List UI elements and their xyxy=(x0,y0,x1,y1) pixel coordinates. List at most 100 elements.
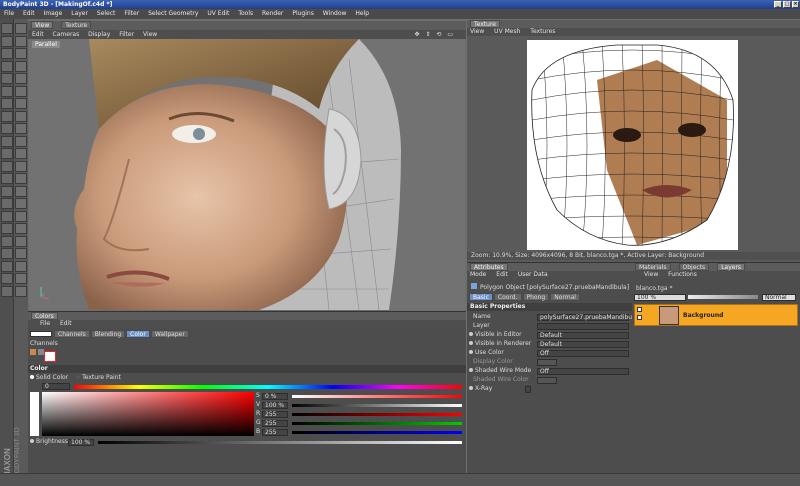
tab-texture[interactable]: Texture xyxy=(61,21,92,29)
layers-menu-functions[interactable]: Functions xyxy=(668,271,697,278)
tool-button[interactable] xyxy=(1,160,13,172)
tool-button[interactable] xyxy=(1,273,13,284)
vp-menu-display[interactable]: Display xyxy=(88,31,110,38)
menu-render[interactable]: Render xyxy=(262,10,283,17)
tab-colors[interactable]: Colors xyxy=(31,312,58,320)
tool-button[interactable] xyxy=(1,123,13,134)
tool-button[interactable] xyxy=(1,223,13,234)
s-value-field[interactable]: 0 % xyxy=(262,393,288,400)
menu-layer[interactable]: Layer xyxy=(71,10,88,17)
brightness-slider[interactable] xyxy=(98,441,462,444)
b-value-field[interactable]: 255 xyxy=(262,429,288,436)
tool-button[interactable] xyxy=(1,48,13,59)
tool-button[interactable] xyxy=(1,85,13,97)
tool-button[interactable] xyxy=(15,60,27,72)
r-slider[interactable] xyxy=(292,413,462,416)
tool-button[interactable] xyxy=(15,98,27,109)
viewport-nav-icons[interactable]: ✥ ⇕ ⟲ ▭ xyxy=(415,30,455,39)
tool-button[interactable] xyxy=(15,223,27,234)
tab-blending[interactable]: Blending xyxy=(90,330,126,338)
v-slider[interactable] xyxy=(292,404,462,407)
close-button[interactable]: × xyxy=(792,1,799,8)
hue-slider[interactable] xyxy=(74,385,462,389)
menu-uv-edit[interactable]: UV Edit xyxy=(207,10,229,17)
tab-normal[interactable]: Normal xyxy=(550,293,580,301)
tool-button[interactable] xyxy=(15,185,27,197)
menu-file[interactable]: File xyxy=(4,10,14,17)
tool-button[interactable] xyxy=(15,210,27,222)
tool-button[interactable] xyxy=(15,135,27,147)
name-field[interactable]: polySurface27.pruebaMandibula xyxy=(537,314,637,321)
tool-button[interactable] xyxy=(15,123,27,134)
colors-menu-file[interactable]: File xyxy=(40,320,50,327)
eye-icon[interactable] xyxy=(637,307,642,312)
tool-button[interactable] xyxy=(15,35,27,47)
visible-editor-select[interactable]: Default xyxy=(537,332,629,339)
menu-window[interactable]: Window xyxy=(323,10,347,17)
tool-button[interactable] xyxy=(15,148,27,159)
b-slider[interactable] xyxy=(292,431,462,434)
tab-objects[interactable]: Objects xyxy=(678,263,710,271)
layer-item-background[interactable]: Background xyxy=(634,304,798,326)
tool-button[interactable] xyxy=(1,285,13,297)
vp-menu-edit[interactable]: Edit xyxy=(32,31,44,38)
tab-attributes[interactable]: Attributes xyxy=(470,263,508,271)
tool-button[interactable] xyxy=(1,235,13,247)
tool-button[interactable] xyxy=(1,98,13,109)
tool-button[interactable] xyxy=(15,173,27,184)
tool-button[interactable] xyxy=(1,173,13,184)
attr-menu-mode[interactable]: Mode xyxy=(470,271,486,278)
menu-image[interactable]: Image xyxy=(44,10,63,17)
colors-menu-edit[interactable]: Edit xyxy=(60,320,72,327)
vp-menu-cameras[interactable]: Cameras xyxy=(53,31,80,38)
menu-plugins[interactable]: Plugins xyxy=(292,10,314,17)
opacity-field[interactable]: 100 % xyxy=(634,294,686,301)
tool-button[interactable] xyxy=(15,23,27,34)
blend-mode-select[interactable]: Normal xyxy=(762,294,796,301)
texture-paint-radio[interactable] xyxy=(76,375,81,379)
tool-button[interactable] xyxy=(15,260,27,272)
opacity-slider[interactable] xyxy=(688,295,758,299)
tex-menu-uvmesh[interactable]: UV Mesh xyxy=(494,28,520,35)
tab-basic[interactable]: Basic xyxy=(469,293,493,301)
vp-menu-view[interactable]: View xyxy=(143,31,157,38)
tab-color[interactable]: Color xyxy=(126,330,150,338)
minimize-button[interactable]: _ xyxy=(774,1,782,8)
v-value-field[interactable]: 100 % xyxy=(262,402,288,409)
tool-button[interactable] xyxy=(1,135,13,147)
tab-layers[interactable]: Layers xyxy=(717,263,746,271)
saturation-value-picker[interactable] xyxy=(42,392,254,436)
channel-swatches[interactable] xyxy=(30,349,56,362)
tool-button[interactable] xyxy=(1,260,13,272)
layers-menu-view[interactable]: View xyxy=(644,271,658,278)
vp-menu-filter[interactable]: Filter xyxy=(119,31,134,38)
menu-edit[interactable]: Edit xyxy=(23,10,35,17)
solid-color-radio[interactable] xyxy=(30,375,34,379)
tab-view[interactable]: View xyxy=(31,21,54,29)
tool-button[interactable] xyxy=(15,110,27,122)
attr-menu-userdata[interactable]: User Data xyxy=(518,271,548,278)
tab-wallpaper[interactable]: Wallpaper xyxy=(150,330,189,338)
attr-menu-edit[interactable]: Edit xyxy=(496,271,508,278)
tool-button[interactable] xyxy=(1,73,13,84)
shaded-wire-mode-select[interactable]: Off xyxy=(537,368,629,375)
g-slider[interactable] xyxy=(292,422,462,425)
tool-button[interactable] xyxy=(1,110,13,122)
tool-button[interactable] xyxy=(1,23,13,34)
maximize-button[interactable]: □ xyxy=(783,1,791,8)
tool-button[interactable] xyxy=(15,248,27,259)
shaded-wire-color-swatch[interactable] xyxy=(537,377,557,384)
menu-tools[interactable]: Tools xyxy=(238,10,253,17)
lock-icon[interactable] xyxy=(637,315,642,320)
xray-checkbox[interactable] xyxy=(525,386,531,393)
menu-filter[interactable]: Filter xyxy=(124,10,139,17)
tool-button[interactable] xyxy=(15,235,27,247)
texture-canvas[interactable] xyxy=(527,40,738,250)
g-value-field[interactable]: 255 xyxy=(262,420,288,427)
tex-menu-textures[interactable]: Textures xyxy=(530,28,555,35)
hue-value-field[interactable]: 0 xyxy=(42,383,70,390)
menu-select[interactable]: Select xyxy=(97,10,116,17)
tool-button[interactable] xyxy=(1,35,13,47)
use-color-select[interactable]: Off xyxy=(537,350,629,357)
channel-icon[interactable] xyxy=(30,349,36,355)
